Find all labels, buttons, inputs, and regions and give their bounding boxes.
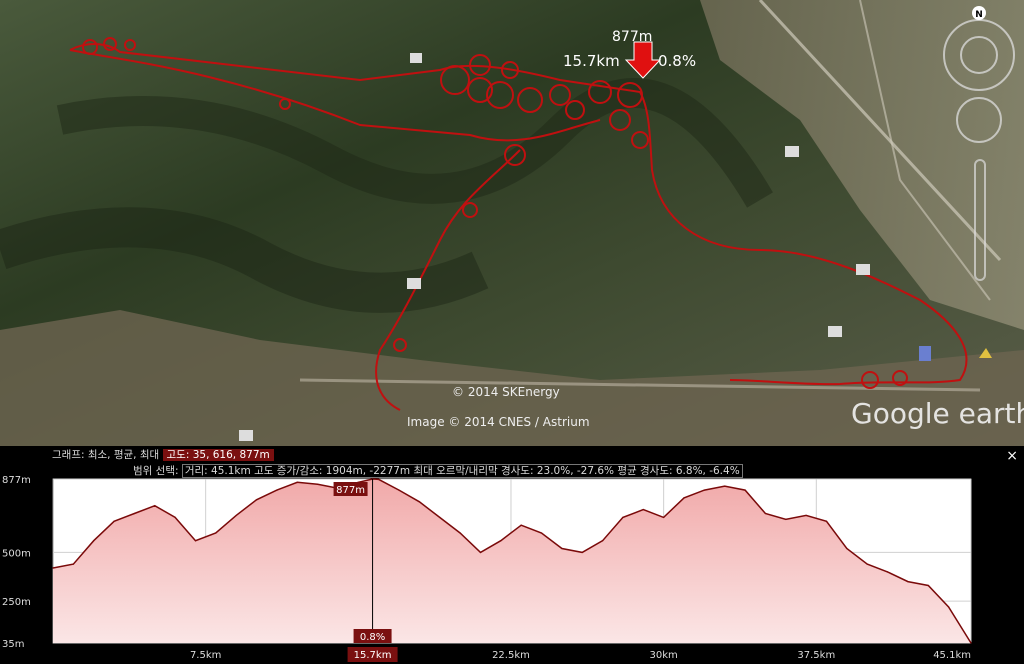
elevation-point <box>663 516 665 518</box>
elevation-point <box>235 514 237 517</box>
elevation-point <box>970 642 972 644</box>
elevation-point <box>825 520 828 522</box>
cursor-slope-label: 0.8% <box>360 632 385 643</box>
elevation-point <box>927 584 929 587</box>
y-tick-label: 250m <box>2 597 31 608</box>
elevation-point <box>459 532 461 534</box>
elevation-point <box>703 489 705 491</box>
elevation-point <box>72 563 74 565</box>
elevation-point <box>174 516 176 518</box>
elevation-point <box>296 481 298 483</box>
museum-icon[interactable] <box>828 326 842 337</box>
x-tick-label: 30km <box>650 650 678 661</box>
elevation-point <box>398 489 400 491</box>
elevation-point <box>317 483 319 485</box>
x-tick-label: 37.5km <box>797 650 835 661</box>
elevation-point <box>52 567 54 569</box>
museum-icon[interactable] <box>239 430 253 441</box>
museum-icon[interactable] <box>410 53 422 63</box>
elevation-point <box>724 485 726 487</box>
elevation-point <box>948 606 950 608</box>
elevation-point <box>846 547 848 550</box>
tooltip-elevation: 877m <box>612 29 652 45</box>
map-view[interactable]: N 877m 15.7km 0.8% © 2014 SKEnergy Image… <box>0 0 1024 446</box>
cursor-distance-label: 15.7km <box>354 650 392 661</box>
elevation-point <box>581 551 583 554</box>
elevation-point <box>744 489 746 491</box>
y-tick-label: 500m <box>2 548 31 559</box>
elevation-point <box>439 516 441 518</box>
cursor-elevation-label: 877m <box>336 485 365 496</box>
elevation-point <box>113 520 115 522</box>
museum-icon[interactable] <box>856 264 870 275</box>
elevation-point <box>418 501 420 503</box>
elevation-point <box>255 499 258 501</box>
google-earth-logo: Google earth <box>851 397 1024 430</box>
elevation-point <box>93 540 95 542</box>
museum-icon[interactable] <box>785 146 799 157</box>
elevation-point <box>540 532 543 534</box>
x-tick-label: 45.1km <box>933 650 971 661</box>
elevation-point <box>561 547 563 550</box>
elevation-point <box>479 551 482 554</box>
x-tick-label: 7.5km <box>190 650 221 661</box>
museum-icon[interactable] <box>407 278 421 289</box>
elevation-point <box>805 514 807 517</box>
x-tick-label: 22.5km <box>492 650 530 661</box>
elevation-point <box>622 516 624 518</box>
attribution-skenergy: © 2014 SKEnergy <box>452 385 560 399</box>
y-tick-label: 35m <box>2 639 24 650</box>
elevation-point <box>683 497 685 499</box>
tooltip-distance: 15.7km <box>563 52 620 70</box>
elevation-point <box>154 505 156 507</box>
tooltip-slope: 0.8% <box>658 52 696 70</box>
elevation-point <box>785 518 787 520</box>
elevation-point <box>642 508 644 511</box>
elevation-point <box>133 512 136 515</box>
elevation-point <box>764 512 767 515</box>
gas-station-icon[interactable] <box>919 346 931 361</box>
elevation-point <box>500 540 502 542</box>
elevation-chart[interactable]: 35m 250m 500m 877m 7.5km 22.5km 30km 37.5km 45.1… <box>0 446 1024 664</box>
elevation-point <box>866 563 868 565</box>
elevation-point <box>215 532 217 534</box>
elevation-point <box>194 540 197 542</box>
elevation-profile-panel: 그래프: 최소, 평균, 최대 고도: 35, 616, 877m 범위 선택:… <box>0 446 1024 664</box>
elevation-point <box>378 478 380 480</box>
compass-north-label: N <box>975 10 983 20</box>
y-tick-label: 877m <box>2 475 31 486</box>
attribution-imagery: Image © 2014 CNES / Astrium <box>407 415 590 429</box>
elevation-point <box>907 581 909 583</box>
elevation-point <box>520 524 522 526</box>
elevation-point <box>886 571 889 573</box>
elevation-point <box>276 489 278 491</box>
elevation-point <box>601 540 604 542</box>
